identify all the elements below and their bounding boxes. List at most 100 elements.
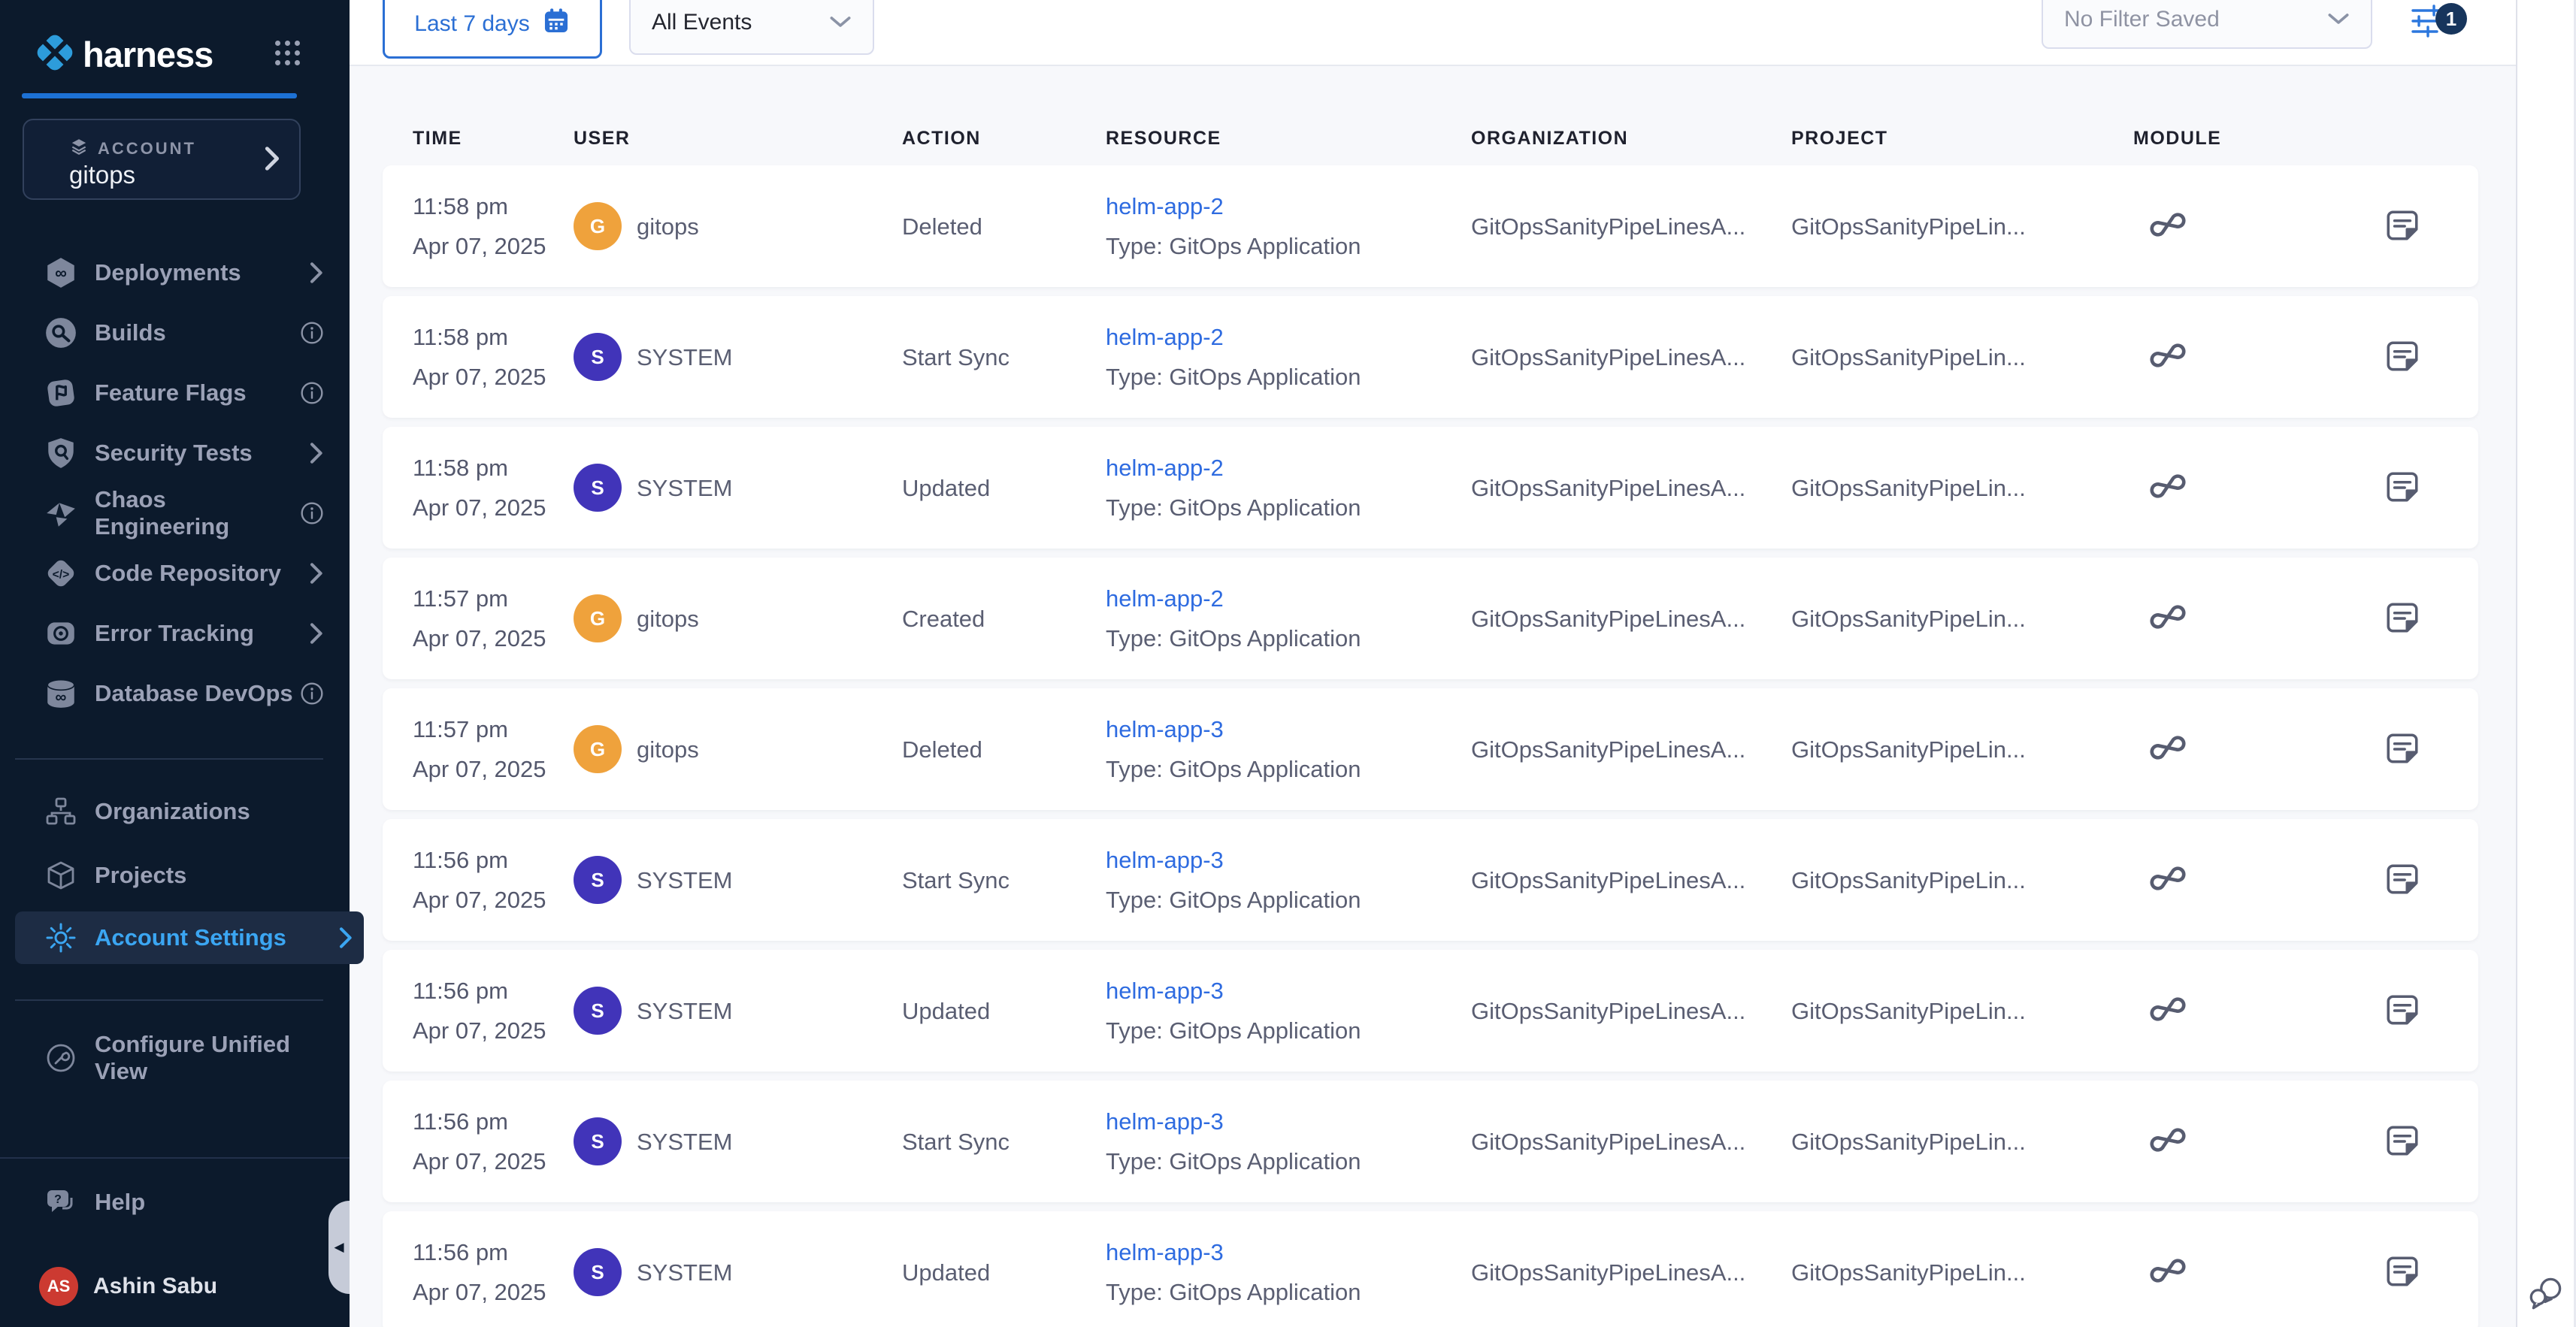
error-tracking-icon (44, 616, 78, 651)
app-grid-icon[interactable] (275, 41, 301, 66)
resource-link[interactable]: helm-app-2 (1106, 325, 1471, 349)
user-cell: S SYSTEM (574, 1117, 902, 1165)
date-range-button[interactable]: Last 7 days (383, 0, 602, 59)
builds-icon (44, 316, 78, 350)
user-name: Ashin Sabu (93, 1274, 217, 1299)
resource-link[interactable]: helm-app-2 (1106, 195, 1471, 218)
user-name: gitops (637, 738, 699, 761)
sidebar-item-database-devops[interactable]: ∞ Database DevOps (0, 664, 350, 724)
chevron-right-icon (337, 926, 353, 949)
wrench-circle-icon (44, 1041, 78, 1075)
module-cell (2133, 1253, 2357, 1292)
event-time: 11:56 pm (413, 1241, 574, 1264)
resource-link[interactable]: helm-app-3 (1106, 1110, 1471, 1133)
filter-button[interactable]: 1 (2408, 2, 2475, 44)
event-summary-note-icon[interactable] (2384, 992, 2421, 1029)
sidebar-item-feature-flags[interactable]: Feature Flags (0, 363, 350, 423)
table-row: 11:58 pm Apr 07, 2025 S SYSTEM Start Syn… (383, 296, 2478, 418)
info-icon[interactable] (300, 321, 324, 345)
sidebar-item-security-tests[interactable]: Security Tests (0, 423, 350, 483)
resource-link[interactable]: helm-app-2 (1106, 456, 1471, 479)
event-summary-note-icon[interactable] (2384, 1253, 2421, 1291)
sidebar-item-deployments[interactable]: ∞ Deployments (0, 243, 350, 303)
info-icon[interactable] (300, 501, 324, 525)
event-summary-note-icon[interactable] (2384, 861, 2421, 899)
info-icon[interactable] (300, 381, 324, 405)
user-avatar: S (574, 987, 622, 1035)
saved-filter-value: No Filter Saved (2064, 7, 2220, 32)
event-type-select[interactable]: All Events (629, 0, 874, 55)
user-cell: S SYSTEM (574, 464, 902, 512)
resource-link[interactable]: helm-app-2 (1106, 587, 1471, 610)
sidebar-item-projects[interactable]: Projects (0, 845, 350, 905)
sidebar-item-organizations[interactable]: Organizations (0, 781, 350, 842)
account-stack-icon (69, 137, 89, 161)
sidebar-item-help[interactable]: ? Help (0, 1172, 350, 1232)
note-cell (2357, 730, 2478, 768)
event-summary-note-icon[interactable] (2384, 730, 2421, 768)
date-range-label: Last 7 days (414, 11, 529, 37)
resource-type: Type: GitOps Application (1106, 627, 1471, 650)
filter-sliders-icon (2408, 31, 2447, 44)
event-time: 11:56 pm (413, 979, 574, 1002)
event-summary-note-icon[interactable] (2384, 600, 2421, 637)
project-cell: GitOpsSanityPipeLin... (1791, 1261, 2133, 1284)
module-cell (2133, 992, 2357, 1030)
sidebar: harness ACCOUNT gitops ∞ Deployments (0, 0, 350, 1327)
sidebar-item-error-tracking[interactable]: Error Tracking (0, 603, 350, 664)
event-date: Apr 07, 2025 (413, 496, 574, 519)
time-cell: 11:56 pm Apr 07, 2025 (413, 848, 574, 911)
time-cell: 11:56 pm Apr 07, 2025 (413, 979, 574, 1042)
account-label: ACCOUNT (98, 139, 196, 159)
account-selector[interactable]: ACCOUNT gitops (23, 119, 301, 200)
event-date: Apr 07, 2025 (413, 888, 574, 911)
brand[interactable]: harness (33, 32, 213, 77)
column-header-organization: ORGANIZATION (1471, 128, 1791, 150)
sidebar-item-builds[interactable]: Builds (0, 303, 350, 363)
module-cell (2133, 207, 2357, 246)
projects-icon (44, 859, 78, 892)
gitops-module-icon (2147, 1123, 2189, 1161)
event-date: Apr 07, 2025 (413, 1280, 574, 1304)
resource-cell: helm-app-2 Type: GitOps Application (1106, 587, 1471, 650)
user-avatar: AS (39, 1267, 78, 1306)
gitops-module-icon (2147, 730, 2189, 769)
column-header-action: ACTION (902, 128, 1106, 150)
chaos-engineering-icon (44, 496, 78, 530)
resource-link[interactable]: helm-app-3 (1106, 848, 1471, 872)
info-icon[interactable] (300, 682, 324, 706)
user-name: SYSTEM (637, 869, 732, 892)
right-panel-strip (2516, 0, 2576, 1327)
sidebar-item-chaos-engineering[interactable]: Chaos Engineering (0, 483, 350, 543)
svg-text:?: ? (54, 1193, 62, 1206)
saved-filter-select[interactable]: No Filter Saved (2042, 0, 2372, 49)
organization-cell: GitOpsSanityPipeLinesA... (1471, 1261, 1791, 1284)
chevron-right-icon (307, 622, 324, 645)
event-time: 11:58 pm (413, 195, 574, 218)
support-chat-icon[interactable] (2525, 1271, 2568, 1318)
event-summary-note-icon[interactable] (2384, 207, 2421, 245)
resource-link[interactable]: helm-app-3 (1106, 979, 1471, 1002)
deployments-icon: ∞ (44, 255, 78, 290)
event-summary-note-icon[interactable] (2384, 469, 2421, 506)
user-avatar: S (574, 1117, 622, 1165)
user-cell: S SYSTEM (574, 987, 902, 1035)
organization-cell: GitOpsSanityPipeLinesA... (1471, 215, 1791, 238)
sidebar-collapse-handle[interactable]: ◀ (328, 1201, 350, 1294)
sidebar-item-account-settings[interactable]: Account Settings (15, 911, 364, 964)
chevron-right-icon (307, 261, 324, 284)
event-date: Apr 07, 2025 (413, 757, 574, 781)
module-highlight-bar (22, 93, 297, 98)
column-header-resource: RESOURCE (1106, 128, 1471, 150)
user-name: SYSTEM (637, 999, 732, 1023)
sidebar-item-configure-unified-view[interactable]: Configure Unified View (0, 1028, 350, 1088)
sidebar-item-code-repository[interactable]: </> Code Repository (0, 543, 350, 603)
event-summary-note-icon[interactable] (2384, 338, 2421, 376)
action-cell: Updated (902, 1261, 1106, 1284)
resource-link[interactable]: helm-app-3 (1106, 718, 1471, 741)
organization-cell: GitOpsSanityPipeLinesA... (1471, 999, 1791, 1023)
resource-link[interactable]: helm-app-3 (1106, 1241, 1471, 1264)
user-profile[interactable]: AS Ashin Sabu (0, 1256, 350, 1316)
event-summary-note-icon[interactable] (2384, 1123, 2421, 1160)
account-name: gitops (69, 161, 135, 189)
